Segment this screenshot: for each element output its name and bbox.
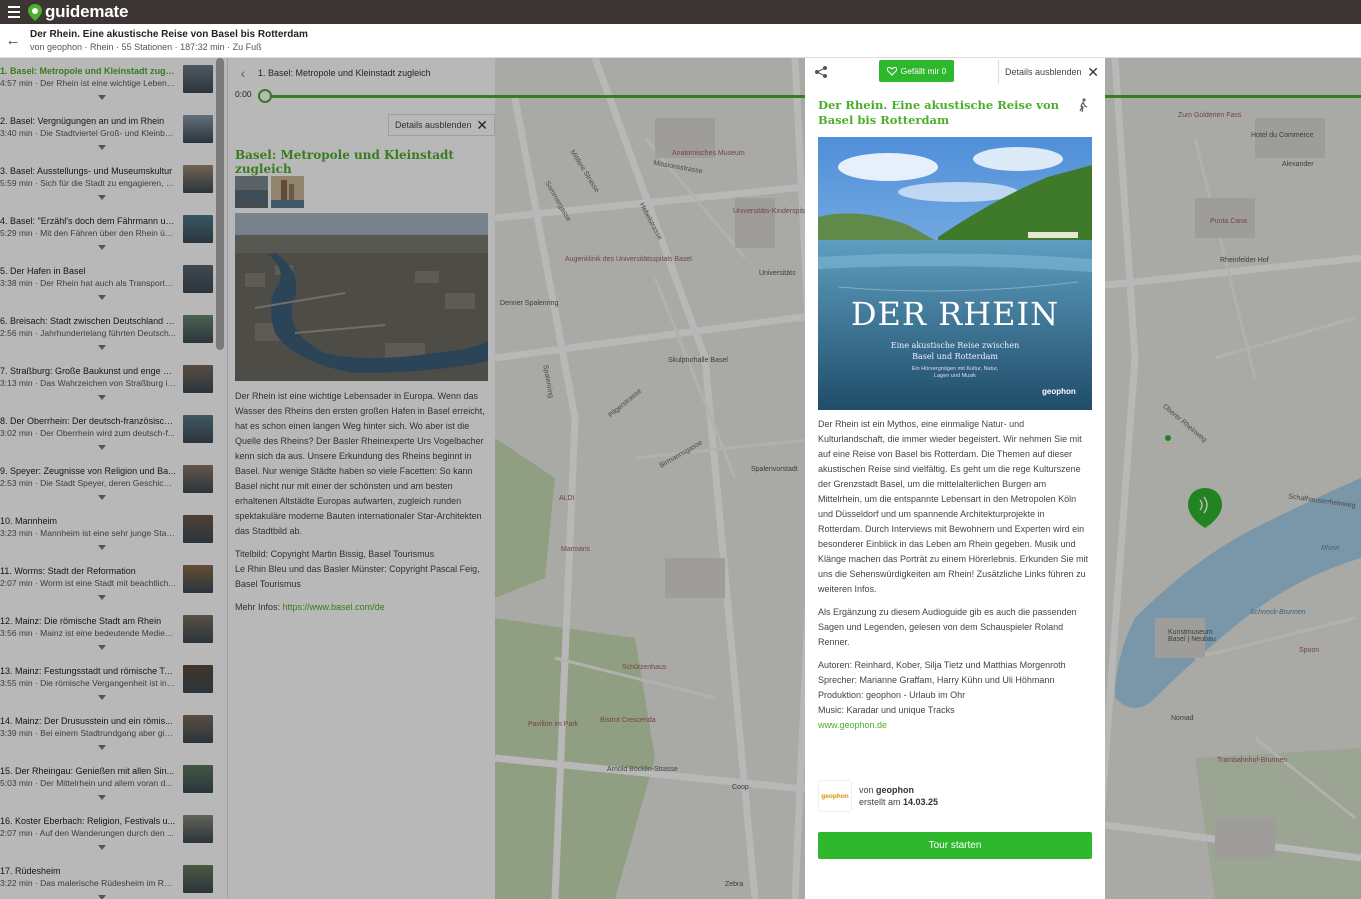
- credits-speakers: Sprecher: Marianne Graffam, Harry Kühn u…: [818, 675, 1055, 685]
- like-button[interactable]: Gefällt mir 0: [879, 60, 954, 82]
- close-icon[interactable]: ✕: [1087, 65, 1099, 79]
- modal-backdrop[interactable]: [0, 58, 805, 899]
- heart-icon: [886, 66, 897, 76]
- tour-title: Der Rhein. Eine akustische Reise von Bas…: [30, 28, 308, 40]
- author-info: geophon von geophon erstellt am 14.03.25: [818, 779, 1092, 813]
- back-arrow-icon[interactable]: ←: [2, 24, 24, 58]
- hide-details-button[interactable]: Details ausblenden ✕: [998, 60, 1105, 84]
- author-logo[interactable]: geophon: [818, 780, 852, 812]
- tour-description-text: Der Rhein ist ein Mythos, eine einmalige…: [818, 419, 1089, 594]
- tour-detail-title: Der Rhein. Eine akustische Reise von Bas…: [818, 98, 1059, 127]
- cover-tagline-line: Ein Hörvergnügen mit Kultur, Natur,: [911, 366, 999, 372]
- cover-brand: geophon: [1042, 387, 1076, 396]
- app-header: guidemate: [0, 0, 1361, 24]
- tour-credits: Autoren: Reinhard, Kober, Silja Tietz un…: [818, 658, 1090, 733]
- logo-pin-icon: [28, 3, 42, 21]
- credits-authors: Autoren: Reinhard, Kober, Silja Tietz un…: [818, 660, 1066, 670]
- logo-text: guidemate: [45, 2, 129, 21]
- cover-tagline-line: Lagen und Musik: [934, 373, 976, 379]
- tour-meta: von geophon · Rhein · 55 Stationen · 187…: [30, 41, 262, 52]
- tour-detail-panel: Gefällt mir 0 Details ausblenden ✕ Der R…: [805, 58, 1105, 899]
- tour-description: Der Rhein ist ein Mythos, eine einmalige…: [818, 417, 1090, 733]
- author-name[interactable]: geophon: [876, 785, 914, 795]
- like-label: Gefällt mir 0: [900, 66, 947, 76]
- hamburger-menu-icon[interactable]: [0, 0, 28, 24]
- credits-production: Produktion: geophon - Urlaub im Ohr: [818, 690, 966, 700]
- cover-tagline: Ein Hörvergnügen mit Kultur, Natur, Lage…: [818, 366, 1092, 380]
- guidemate-logo[interactable]: guidemate: [28, 2, 128, 22]
- tour-detail-header: Gefällt mir 0 Details ausblenden ✕: [805, 58, 1105, 86]
- cover-subtitle: Eine akustische Reise zwischen Basel und…: [818, 340, 1092, 362]
- walking-icon: [1079, 98, 1088, 112]
- cover-title: DER RHEIN: [850, 295, 1060, 333]
- tour-cover-image[interactable]: DER RHEIN Eine akustische Reise zwischen…: [818, 137, 1092, 410]
- tour-description-text: Als Ergänzung zu diesem Audioguide gib e…: [818, 607, 1077, 647]
- created-prefix: erstellt am: [859, 797, 904, 807]
- created-date: 14.03.25: [903, 797, 939, 807]
- cover-subtitle-line: Eine akustische Reise zwischen: [890, 341, 1020, 350]
- hide-details-label: Details ausblenden: [1005, 67, 1082, 77]
- cover-subtitle-line: Basel und Rotterdam: [912, 352, 998, 361]
- credits-music: Music: Karadar und unique Tracks: [818, 705, 955, 715]
- credits-link[interactable]: www.geophon.de: [818, 718, 1090, 733]
- author-by-prefix: von: [859, 785, 877, 795]
- tour-title-bar: ← Der Rhein. Eine akustische Reise von B…: [0, 24, 1361, 58]
- share-icon[interactable]: [814, 65, 828, 79]
- modal-backdrop[interactable]: [1105, 58, 1361, 899]
- start-tour-button[interactable]: Tour starten: [818, 832, 1092, 859]
